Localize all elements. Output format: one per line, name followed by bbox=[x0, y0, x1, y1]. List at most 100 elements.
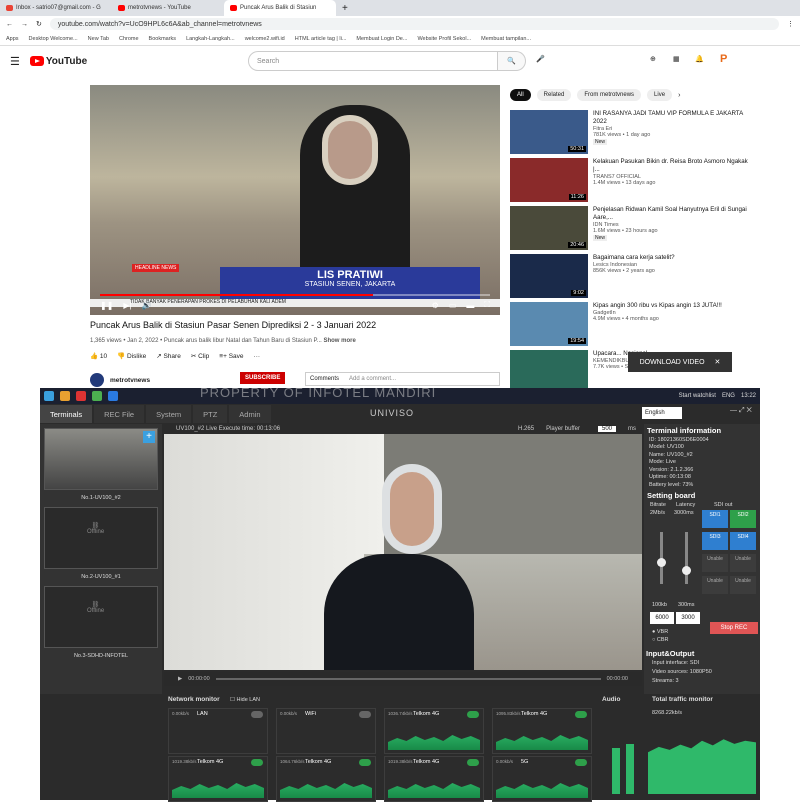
hide-lan-checkbox[interactable]: ☐ Hide LAN bbox=[230, 697, 260, 703]
terminal-card-1[interactable]: + bbox=[44, 428, 158, 490]
latency-slider-knob[interactable] bbox=[682, 566, 691, 575]
account-avatar[interactable]: P bbox=[720, 53, 732, 67]
subscribe-button[interactable]: SUBSCRIBE bbox=[240, 372, 286, 384]
comment-input[interactable]: Add a comment... bbox=[349, 376, 396, 382]
save-button[interactable]: ≡+ Save bbox=[219, 353, 243, 360]
recommendation-title[interactable]: INI RASANYA JADI TAMU VIP FORMULA E JAKA… bbox=[593, 110, 750, 126]
cbr-radio[interactable]: ○ CBR bbox=[652, 637, 668, 643]
create-icon[interactable]: ⊕ bbox=[650, 55, 656, 63]
link-toggle[interactable] bbox=[251, 759, 263, 766]
sdi-unable[interactable]: Unable bbox=[702, 554, 728, 572]
add-terminal-icon[interactable]: + bbox=[143, 431, 155, 443]
recommendation-item[interactable]: 9:02 Bagaimana cara kerja satelit? Lesics … bbox=[510, 254, 750, 302]
youtube-logo[interactable]: YouTube bbox=[29, 56, 87, 67]
latency-slider[interactable] bbox=[682, 532, 691, 584]
show-more-link[interactable]: Show more bbox=[323, 338, 355, 344]
chevron-right-icon[interactable]: › bbox=[678, 92, 680, 99]
settings-gear-icon[interactable]: ⚙ bbox=[432, 301, 439, 310]
windows-start-icon[interactable] bbox=[44, 391, 54, 401]
app-icon[interactable] bbox=[60, 391, 70, 401]
recommendation-item[interactable]: 50:31 INI RASANYA JADI TAMU VIP FORMULA E… bbox=[510, 110, 750, 158]
bitrate-slider[interactable] bbox=[657, 532, 666, 584]
sdi-output-1[interactable]: SDI1 bbox=[702, 510, 728, 528]
chip-related[interactable]: Related bbox=[536, 89, 572, 101]
tab-rec-file[interactable]: REC File bbox=[94, 405, 145, 423]
close-icon[interactable]: ✕ bbox=[715, 358, 721, 366]
url-field[interactable]: youtube.com/watch?v=UcO9HPL6c6A&ab_chann… bbox=[49, 18, 779, 30]
next-icon[interactable]: ▶| bbox=[123, 301, 131, 310]
app-icon[interactable] bbox=[76, 391, 86, 401]
search-button[interactable]: 🔍 bbox=[498, 51, 526, 71]
tab-current-video[interactable]: Puncak Arus Balik di Stasiun bbox=[224, 0, 336, 16]
tab-admin[interactable]: Admin bbox=[229, 405, 271, 423]
latency-input[interactable]: 3000 bbox=[676, 612, 700, 624]
sdi-unable[interactable]: Unable bbox=[730, 554, 756, 572]
app-icon[interactable] bbox=[108, 391, 118, 401]
vbr-radio[interactable]: ● VBR bbox=[652, 629, 668, 635]
stop-rec-button[interactable]: Stop REC bbox=[710, 622, 758, 634]
link-toggle[interactable] bbox=[575, 711, 587, 718]
notifications-icon[interactable]: 🔔 bbox=[695, 55, 704, 63]
bookmark-item[interactable]: Apps bbox=[6, 36, 19, 42]
recommendation-item[interactable]: 19:54 Kipas angin 300 ribu vs Kipas angin… bbox=[510, 302, 750, 350]
video-thumbnail[interactable]: 11:26 bbox=[510, 158, 588, 202]
dislike-button[interactable]: 👎 Dislike bbox=[117, 352, 146, 360]
live-video[interactable] bbox=[164, 434, 642, 670]
bookmark-item[interactable]: Langkah-Langkah... bbox=[186, 36, 235, 42]
video-player[interactable]: HEADLINE NEWS LIS PRATIWI STASIUN SENEN,… bbox=[90, 85, 500, 315]
bookmark-item[interactable]: HTML article tag | li... bbox=[295, 36, 347, 42]
download-video-popup[interactable]: DOWNLOAD VIDEO ✕ bbox=[628, 352, 732, 372]
search-input[interactable]: Search bbox=[248, 51, 498, 71]
video-thumbnail[interactable]: 9:02 bbox=[510, 254, 588, 298]
terminal-card-2[interactable]: ⛓ Offline bbox=[44, 507, 158, 569]
recommendation-item[interactable]: 20:46 Penjelasan Ridwan Kamil Soal Hanyut… bbox=[510, 206, 750, 254]
start-watchlist[interactable]: Start watchlist bbox=[679, 393, 716, 399]
sdi-output-3[interactable]: SDI3 bbox=[702, 532, 728, 550]
tab-terminals[interactable]: Terminals bbox=[40, 405, 93, 423]
play-icon[interactable]: ▶ bbox=[178, 676, 182, 682]
video-thumbnail[interactable]: 20:46 bbox=[510, 206, 588, 250]
new-tab-icon[interactable]: + bbox=[342, 3, 348, 14]
link-toggle[interactable] bbox=[359, 711, 371, 718]
tab-metrotvnews[interactable]: metrotvnews - YouTube bbox=[112, 0, 224, 16]
terminal-card-3[interactable]: ⛓ Offline bbox=[44, 586, 158, 648]
chip-all[interactable]: All bbox=[510, 89, 531, 101]
video-thumbnail[interactable]: 19:54 bbox=[510, 302, 588, 346]
language-select[interactable]: English bbox=[642, 407, 682, 419]
back-icon[interactable]: ← bbox=[6, 21, 13, 28]
hamburger-menu-icon[interactable]: ☰ bbox=[10, 55, 20, 68]
app-icon[interactable] bbox=[92, 391, 102, 401]
timeline-track[interactable] bbox=[215, 678, 601, 680]
sdi-output-2[interactable]: SDI2 bbox=[730, 510, 756, 528]
miniplayer-icon[interactable]: ▭ bbox=[449, 301, 457, 310]
bookmark-item[interactable]: Membuat tampilan... bbox=[481, 36, 531, 42]
more-actions-icon[interactable]: ··· bbox=[254, 353, 261, 360]
recommendation-title[interactable]: Bagaimana cara kerja satelit? bbox=[593, 254, 675, 262]
window-controls[interactable]: — ⤢ ✕ bbox=[730, 407, 752, 415]
microphone-icon[interactable]: 🎤 bbox=[536, 55, 545, 63]
menu-icon[interactable]: ⋮ bbox=[787, 20, 794, 28]
bookmark-item[interactable]: Membuat Login De... bbox=[356, 36, 407, 42]
tab-ptz[interactable]: PTZ bbox=[193, 405, 228, 423]
link-toggle[interactable] bbox=[575, 759, 587, 766]
sdi-unable[interactable]: Unable bbox=[702, 576, 728, 594]
sdi-unable[interactable]: Unable bbox=[730, 576, 756, 594]
recommendation-title[interactable]: Penjelasan Ridwan Kamil Soal Hanyutnya E… bbox=[593, 206, 750, 222]
link-toggle[interactable] bbox=[467, 711, 479, 718]
pause-icon[interactable]: ❚❚ bbox=[100, 301, 113, 310]
sdi-output-4[interactable]: SDI4 bbox=[730, 532, 756, 550]
recommendation-title[interactable]: Kelakuan Pasukan Bikin dr. Reisa Broto A… bbox=[593, 158, 750, 174]
bookmark-item[interactable]: Bookmarks bbox=[149, 36, 177, 42]
player-buffer-input[interactable]: 500 bbox=[597, 426, 616, 432]
reload-icon[interactable]: ↻ bbox=[36, 20, 42, 28]
bookmark-item[interactable]: New Tab bbox=[88, 36, 109, 42]
bitrate-input[interactable]: 6000 bbox=[650, 612, 674, 624]
link-toggle[interactable] bbox=[359, 759, 371, 766]
tab-system[interactable]: System bbox=[146, 405, 192, 423]
link-toggle[interactable] bbox=[251, 711, 263, 718]
bookmark-item[interactable]: welcome2.wifi.id bbox=[245, 36, 285, 42]
fullscreen-icon[interactable]: ⛶ bbox=[484, 300, 490, 310]
chip-live[interactable]: Live bbox=[647, 89, 673, 101]
channel-avatar[interactable] bbox=[90, 373, 104, 387]
apps-grid-icon[interactable]: ▦ bbox=[673, 55, 680, 63]
